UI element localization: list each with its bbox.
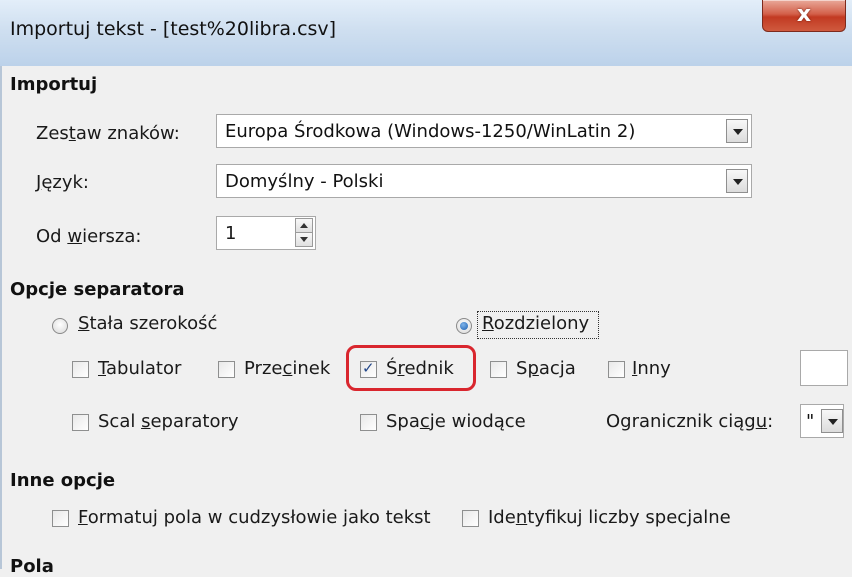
leading-spaces-checkbox[interactable] xyxy=(360,414,377,431)
other-label[interactable]: Inny xyxy=(632,358,671,379)
chevron-down-icon[interactable] xyxy=(726,119,748,143)
from-row-value: 1 xyxy=(225,223,237,244)
close-button[interactable]: x xyxy=(762,0,846,32)
charset-value: Europa Środkowa (Windows-1250/WinLatin 2… xyxy=(225,121,636,142)
charset-select[interactable]: Europa Środkowa (Windows-1250/WinLatin 2… xyxy=(216,114,752,148)
comma-checkbox[interactable] xyxy=(218,361,235,378)
fixed-width-radio[interactable] xyxy=(52,318,68,334)
semicolon-checkbox[interactable] xyxy=(360,359,377,378)
from-row-label: Od wiersza: xyxy=(36,226,142,247)
language-value: Domyślny - Polski xyxy=(225,171,384,192)
merge-separators-label[interactable]: Scal separatory xyxy=(98,411,239,432)
string-delimiter-label: Ogranicznik ciągu: xyxy=(606,411,774,432)
caret-down-icon[interactable] xyxy=(295,232,313,247)
other-options-heading: Inne opcje xyxy=(10,470,116,491)
import-heading: Importuj xyxy=(10,74,98,95)
separated-radio[interactable] xyxy=(456,318,472,334)
detect-special-numbers-checkbox[interactable] xyxy=(462,510,479,527)
caret-up-icon[interactable] xyxy=(295,218,313,233)
separated-label[interactable]: Rozdzielony xyxy=(482,313,589,334)
detect-special-numbers-label[interactable]: Identyfikuj liczby specjalne xyxy=(488,507,731,528)
chevron-down-icon[interactable] xyxy=(726,169,748,193)
language-select[interactable]: Domyślny - Polski xyxy=(216,164,752,198)
separator-options-heading: Opcje separatora xyxy=(10,279,185,300)
space-checkbox[interactable] xyxy=(490,361,507,378)
window-title: Importuj tekst - [test%20libra.csv] xyxy=(10,18,337,40)
tab-label[interactable]: Tabulator xyxy=(98,358,181,379)
string-delimiter-select[interactable]: " xyxy=(800,404,844,438)
quoted-as-text-checkbox[interactable] xyxy=(52,510,69,527)
comma-label[interactable]: Przecinek xyxy=(244,358,330,379)
merge-separators-checkbox[interactable] xyxy=(72,414,89,431)
chevron-down-icon[interactable] xyxy=(821,409,843,433)
tab-checkbox[interactable] xyxy=(72,361,89,378)
leading-spaces-label[interactable]: Spacje wiodące xyxy=(386,411,526,432)
quoted-as-text-label[interactable]: Formatuj pola w cudzysłowie jako tekst xyxy=(78,507,431,528)
title-bar: Importuj tekst - [test%20libra.csv] x xyxy=(0,0,852,67)
other-checkbox[interactable] xyxy=(608,361,625,378)
charset-label: Zestaw znaków: xyxy=(36,123,180,144)
semicolon-label[interactable]: Średnik xyxy=(386,358,454,379)
fixed-width-label[interactable]: Stała szerokość xyxy=(78,313,217,334)
close-icon: x xyxy=(796,2,812,27)
fields-heading: Pola xyxy=(10,556,54,577)
other-separator-input[interactable] xyxy=(800,350,848,386)
space-label[interactable]: Spacja xyxy=(516,358,576,379)
string-delimiter-value: " xyxy=(806,411,815,432)
language-label: Język: xyxy=(36,172,89,193)
window-border xyxy=(0,66,2,569)
